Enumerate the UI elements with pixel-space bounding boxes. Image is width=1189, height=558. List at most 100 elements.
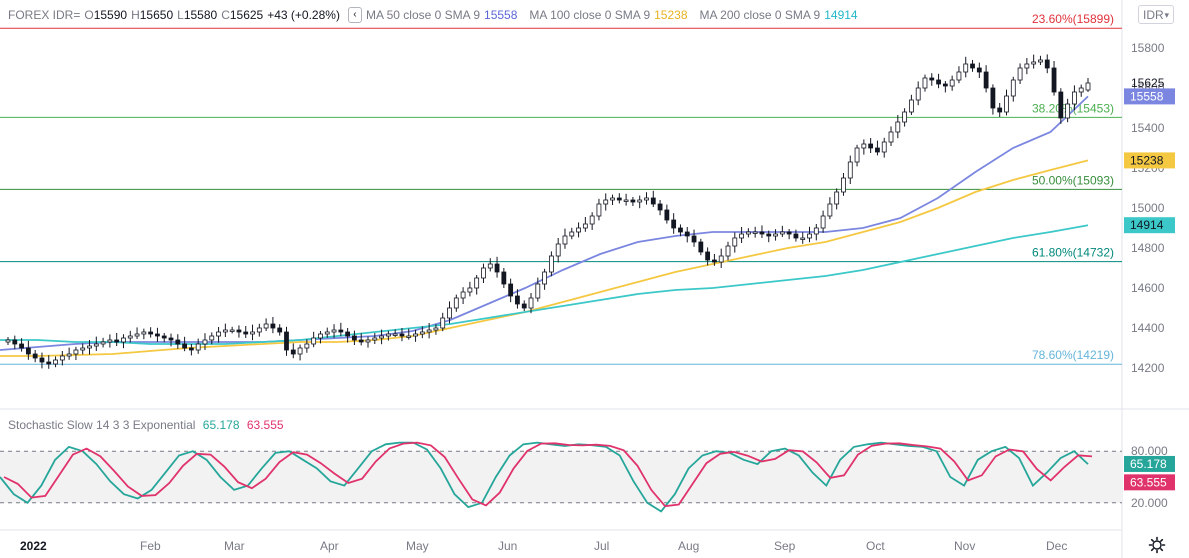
ma-series-line [0,95,1089,351]
candle-body [576,227,581,233]
y-tick-label: 15800 [1131,41,1165,55]
candle-body [392,333,398,336]
gear-icon[interactable] [1148,536,1166,554]
ma100-label[interactable]: MA 100 close 0 SMA 9 [529,8,650,22]
candle-body [419,331,425,335]
candle-body [352,335,357,341]
candle-body [603,199,609,205]
ma-price-tag-label: 15558 [1130,89,1164,103]
candle-body [168,337,174,341]
candle-body [406,335,412,338]
candle-body [630,199,636,203]
candle-body [175,339,181,345]
open-label: O [84,8,94,22]
candle-body [569,231,575,237]
ma-series-line [0,224,1089,345]
candle-body [1017,67,1023,81]
candle-body [100,341,106,345]
candle-body [745,231,751,235]
candle-body [942,83,948,87]
candle-body [548,255,554,273]
candle-body [759,231,765,235]
x-tick-label: Nov [954,539,975,553]
candle-body [752,231,758,234]
x-tick-label: Mar [224,539,245,553]
ma-price-tag-label: 14914 [1130,218,1164,232]
candle-body [127,335,133,339]
y-tick-label: 15400 [1131,121,1165,135]
high-label: H [131,8,140,22]
candle-body [277,327,283,333]
candle-body [949,79,955,87]
candle-body [793,233,799,239]
x-tick-label: May [406,539,429,553]
chevron-left-icon[interactable]: ‹ [347,7,362,23]
candle-body [779,231,785,235]
x-tick-label: Jul [594,539,609,553]
candle-body [1004,95,1009,113]
candle-body [474,277,480,289]
x-tick-label: Feb [140,539,161,553]
candle-body [87,345,92,349]
x-tick-label: Sep [774,539,796,553]
candle-body [970,63,975,69]
candle-body [216,331,221,337]
candle-body [141,331,147,335]
candle-body [379,335,384,339]
candle-body [182,343,188,349]
candle-body [861,143,867,149]
candle-body [440,317,446,329]
candle-body [148,331,154,335]
chart-window: 1580015600154001520015000148001460014400… [0,0,1189,558]
candle-body [195,343,201,351]
ma50-label[interactable]: MA 50 close 0 SMA 9 [366,8,480,22]
candle-body [32,353,38,359]
candle-body [222,329,228,333]
stochastic-legend: Stochastic Slow 14 3 3 Exponential 65.17… [8,418,284,432]
candle-body [535,283,541,299]
candle-body [66,353,72,357]
candle-body [644,197,649,201]
candle-body [650,197,656,205]
y-tick-label: 14200 [1131,361,1165,375]
stochastic-label[interactable]: Stochastic Slow 14 3 3 Exponential [8,418,195,432]
x-tick-label: Jun [498,539,517,553]
candle-body [494,263,500,273]
candle-body [657,203,663,211]
symbol-label: FOREX IDR= [8,8,81,22]
candle-body [372,337,378,341]
currency-select[interactable]: IDR ▾ [1138,5,1174,24]
candle-body [827,203,833,217]
stochastic-lower-label: 20.000 [1131,496,1168,510]
price-chart[interactable]: 1580015600154001520015000148001460014400… [0,0,1189,558]
candle-body [39,357,45,363]
stochastic-k-tag-label: 65.178 [1130,457,1167,471]
candle-body [1044,59,1050,69]
chevron-down-icon: ▾ [1164,10,1169,20]
ma200-value: 14914 [824,8,858,22]
candle-body [467,287,473,293]
candle-body [902,111,908,123]
candle-body [426,329,432,333]
candle-body [93,343,99,347]
ma-price-tag-label: 15238 [1130,153,1164,167]
candle-body [847,161,853,179]
candle-body [318,333,323,339]
x-tick-label: Apr [320,539,339,553]
high-value: 15650 [139,8,174,22]
close-value: 15625 [229,8,264,22]
candle-body [453,297,459,309]
ma100-value: 15238 [654,8,688,22]
candle-body [202,339,208,345]
candle-body [705,251,711,261]
candle-body [1010,79,1016,97]
candle-body [1085,82,1091,91]
candle-body [256,327,262,333]
candle-body [399,333,405,337]
candle-body [515,295,520,305]
ma200-label[interactable]: MA 200 close 0 SMA 9 [700,8,821,22]
candle-body [304,343,310,349]
fib-level-label: 61.80%(14732) [1032,246,1114,260]
fib-level-label: 50.00%(15093) [1032,173,1114,187]
candle-body [345,331,351,337]
